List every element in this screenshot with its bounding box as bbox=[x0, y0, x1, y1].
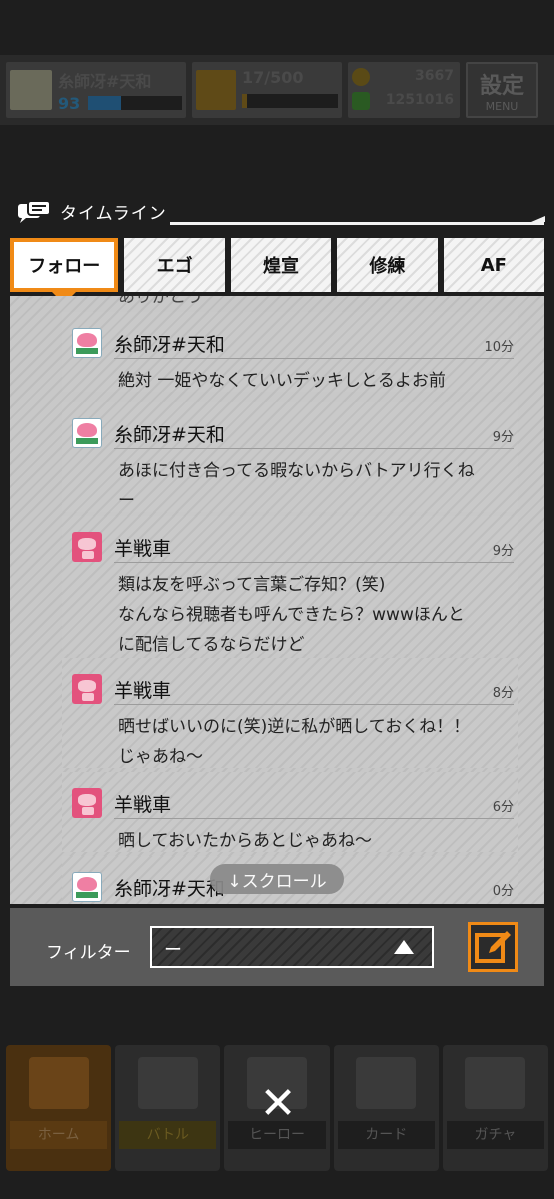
post-divider bbox=[114, 448, 514, 449]
avatar bbox=[72, 418, 102, 448]
nav-label: ガチャ bbox=[446, 1121, 545, 1149]
post-time: 6分 bbox=[492, 800, 514, 815]
post-line: なんなら視聴者も呼んできたら？wwwほんと bbox=[118, 605, 465, 625]
avatar bbox=[72, 872, 102, 902]
avatar bbox=[72, 328, 102, 358]
rank-bar-fill bbox=[242, 94, 247, 108]
post-time: 9分 bbox=[492, 430, 514, 445]
post-line: 晒しておいたからあとじゃあね～ bbox=[118, 831, 372, 851]
close-icon[interactable]: ✕ bbox=[256, 1082, 300, 1126]
post-time: 10分 bbox=[484, 340, 514, 355]
menu-button[interactable]: 設定 MENU bbox=[466, 62, 538, 118]
filter-bar: フィルター ー bbox=[10, 908, 544, 986]
timeline-feed[interactable]: ありがとう 糸師冴#天和 10分 絶対 一姫やなくていいデッキしとるよお前 糸師… bbox=[10, 296, 544, 904]
rank-bar bbox=[242, 94, 338, 108]
post-line: あほに付き合ってる暇ないからバトアリ行くね bbox=[118, 461, 475, 481]
tab-follow[interactable]: フォロー bbox=[10, 238, 119, 304]
player-name: 糸師冴#天和 bbox=[58, 72, 152, 91]
menu-button-sublabel: MENU bbox=[485, 100, 519, 113]
rank-value: 17/500 bbox=[242, 68, 304, 87]
post-divider bbox=[114, 704, 514, 705]
timeline-post[interactable]: 糸師冴#天和 10分 絶対 一姫やなくていいデッキしとるよお前 bbox=[62, 312, 518, 392]
exp-bar bbox=[88, 96, 182, 110]
avatar bbox=[72, 674, 102, 704]
clipped-post-text: ありがとう bbox=[118, 296, 203, 307]
rank-info: 17/500 bbox=[192, 62, 342, 118]
post-divider bbox=[114, 818, 514, 819]
compose-button[interactable] bbox=[468, 922, 518, 972]
nav-label: カード bbox=[337, 1121, 435, 1149]
filter-select[interactable]: ー bbox=[150, 926, 434, 968]
timeline-title: タイムライン bbox=[60, 204, 167, 224]
edit-icon bbox=[475, 931, 511, 963]
nav-gacha[interactable]: ガチャ bbox=[442, 1045, 549, 1171]
nav-label: ホーム bbox=[10, 1121, 108, 1149]
timeline-post[interactable]: 羊戦車 6分 晒しておいたからあとじゃあね～ bbox=[62, 772, 518, 852]
post-line: 絶対 一姫やなくていいデッキしとるよお前 bbox=[118, 371, 446, 391]
currency-info: 3667 1251016 bbox=[348, 62, 460, 118]
post-author: 糸師冴#天和 bbox=[114, 334, 225, 356]
post-time: 8分 bbox=[492, 686, 514, 701]
gem-icon bbox=[352, 92, 370, 110]
player-level: 93 bbox=[58, 94, 81, 113]
timeline-tabs: フォロー エゴ 煌宣 修練 AF bbox=[10, 238, 545, 304]
post-time: 0分 bbox=[492, 884, 514, 899]
avatar bbox=[72, 532, 102, 562]
timeline-post[interactable]: 羊戦車 8分 晒せばいいのに(笑)逆に私が晒しておくね！！ じゃあね～ bbox=[62, 658, 518, 768]
timeline-header: タイムライン bbox=[10, 196, 544, 228]
triangle-up-icon bbox=[394, 940, 414, 954]
post-time: 9分 bbox=[492, 544, 514, 559]
coin-icon bbox=[352, 68, 370, 86]
post-author: 羊戦車 bbox=[114, 680, 172, 702]
battle-icon bbox=[137, 1057, 198, 1109]
player-info: 糸師冴#天和 93 bbox=[6, 62, 186, 118]
post-line: 晒せばいいのに(笑)逆に私が晒しておくね！！ bbox=[118, 717, 471, 737]
nav-battle[interactable]: バトル bbox=[115, 1045, 221, 1171]
timeline-post[interactable]: 羊戦車 9分 類は友を呼ぶって言葉ご存知？(笑) なんなら視聴者も呼んできたら？… bbox=[62, 516, 518, 655]
tab-kousen[interactable]: 煌宣 bbox=[230, 238, 332, 292]
post-author: 羊戦車 bbox=[114, 794, 172, 816]
filter-label: フィルター bbox=[46, 943, 131, 963]
post-divider bbox=[114, 358, 514, 359]
post-text: あほに付き合ってる暇ないからバトアリ行くね ー bbox=[118, 456, 510, 516]
chat-icon bbox=[18, 200, 51, 223]
nav-home[interactable]: ホーム bbox=[6, 1045, 112, 1171]
gacha-icon bbox=[465, 1057, 526, 1109]
status-bar: 糸師冴#天和 93 17/500 3667 1251016 設定 MENU bbox=[0, 55, 554, 125]
home-icon bbox=[28, 1057, 89, 1109]
exp-bar-fill bbox=[88, 96, 121, 110]
nav-label: バトル bbox=[119, 1121, 217, 1149]
nav-card[interactable]: カード bbox=[333, 1045, 439, 1171]
tab-ego[interactable]: エゴ bbox=[124, 238, 225, 292]
gem-count: 1251016 bbox=[385, 92, 454, 108]
scroll-hint-button[interactable]: ↓スクロール bbox=[210, 864, 344, 894]
post-text: 類は友を呼ぶって言葉ご存知？(笑) なんなら視聴者も呼んできたら？wwwほんと … bbox=[118, 570, 510, 660]
filter-value: ー bbox=[164, 940, 182, 961]
post-line: じゃあね～ bbox=[118, 747, 203, 767]
post-line: に配信してるならだけど bbox=[118, 635, 305, 655]
post-author: 糸師冴#天和 bbox=[114, 878, 225, 900]
timeline-post[interactable]: 糸師冴#天和 9分 あほに付き合ってる暇ないからバトアリ行くね ー bbox=[62, 402, 518, 512]
player-avatar bbox=[10, 70, 52, 110]
menu-button-label: 設定 bbox=[479, 74, 524, 99]
rank-icon bbox=[196, 70, 236, 110]
post-line: 類は友を呼ぶって言葉ご存知？(笑) bbox=[118, 575, 386, 595]
post-text: 晒せばいいのに(笑)逆に私が晒しておくね！！ じゃあね～ bbox=[118, 712, 510, 772]
avatar bbox=[72, 788, 102, 818]
tab-af[interactable]: AF bbox=[443, 238, 545, 292]
coin-count: 3667 bbox=[415, 68, 454, 84]
post-author: 羊戦車 bbox=[114, 538, 172, 560]
header-divider bbox=[170, 222, 544, 225]
post-author: 糸師冴#天和 bbox=[114, 424, 225, 446]
post-divider bbox=[114, 562, 514, 563]
post-text: 絶対 一姫やなくていいデッキしとるよお前 bbox=[118, 366, 510, 396]
post-line: ー bbox=[118, 491, 135, 511]
post-text: 晒しておいたからあとじゃあね～ bbox=[118, 826, 510, 856]
card-icon bbox=[356, 1057, 417, 1109]
tab-shuren[interactable]: 修練 bbox=[337, 238, 438, 292]
